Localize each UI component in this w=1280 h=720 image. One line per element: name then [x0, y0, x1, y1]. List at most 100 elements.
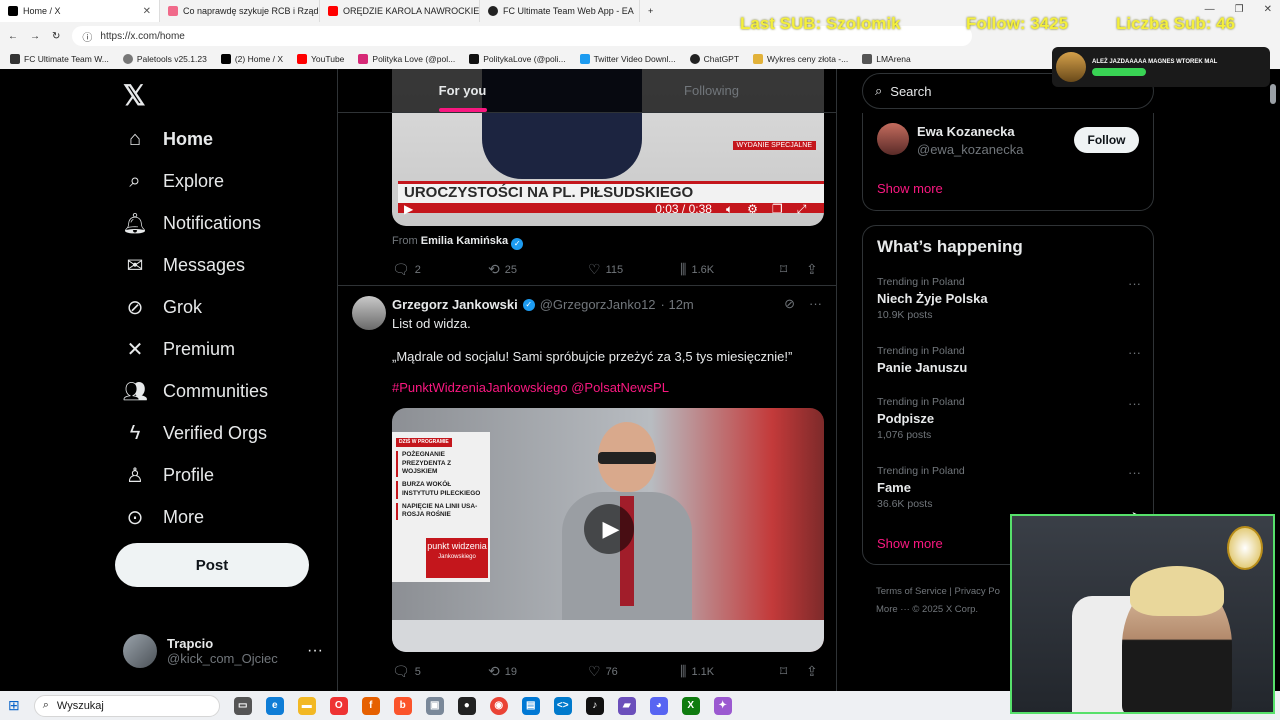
nav-verified-orgs[interactable]: ϟ Verified Orgs [123, 421, 267, 445]
nav-grok[interactable]: ⊘ Grok [123, 295, 202, 319]
x-logo-icon[interactable]: 𝕏 [123, 79, 146, 112]
tab-following[interactable]: Following [587, 69, 836, 112]
author-name[interactable]: Grzegorz Jankowski [392, 297, 518, 312]
like-button[interactable]: ♡ 115 [588, 261, 680, 278]
bookmark-item[interactable]: YouTube [297, 54, 344, 64]
more-dots-icon[interactable]: ··· [809, 296, 822, 312]
back-icon[interactable]: ← [8, 31, 18, 42]
reply-button[interactable]: 🗨︎ 2 [392, 261, 488, 278]
more-dots-icon[interactable]: ··· [1128, 465, 1141, 480]
tweet-hashtags[interactable]: #PunktWidzeniaJankowskiego @PolsatNewsPL [392, 380, 669, 395]
play-button-icon[interactable]: ▶ [584, 504, 634, 554]
reload-icon[interactable]: ↻ [52, 31, 60, 42]
source-name[interactable]: Emilia Kamińska [421, 235, 508, 247]
trend-item[interactable]: Trending in Poland Panie Januszu ··· [877, 345, 1141, 375]
nav-messages[interactable]: ✉ Messages [123, 253, 245, 277]
bookmark-button[interactable]: ⌑ [780, 663, 806, 680]
nav-notifications[interactable]: 🔔︎ Notifications [122, 211, 261, 235]
nav-communities[interactable]: 👥︎ Communities [122, 379, 268, 403]
fullscreen-icon[interactable]: ⤢ [797, 202, 807, 217]
taskbar-search[interactable]: ⌕ Wyszukaj [33, 694, 220, 717]
nav-explore[interactable]: ⌕ Explore [123, 169, 224, 193]
repost-button[interactable]: ⟲ 19 [488, 663, 588, 680]
windows-start-icon[interactable]: ⊞ [8, 697, 20, 714]
more-dots-icon[interactable]: ··· [1128, 276, 1141, 291]
bookmark-button[interactable]: ⌑ [780, 261, 806, 278]
app-icon[interactable]: ▣ [425, 696, 444, 715]
nav-home[interactable]: ⌂ Home [123, 127, 213, 151]
pip-icon[interactable]: ❐ [772, 202, 783, 216]
editor-icon[interactable]: ▰ [617, 696, 636, 715]
bookmark-item[interactable]: ChatGPT [689, 54, 739, 64]
more-dots-icon[interactable]: ··· [307, 642, 323, 660]
task-view-icon[interactable]: ▭ [233, 696, 252, 715]
vscode-icon[interactable]: <> [553, 696, 572, 715]
share-button[interactable]: ⇪ [806, 261, 818, 278]
volume-icon[interactable]: 🔈︎ [726, 202, 733, 217]
account-switcher[interactable]: Trapcio @kick_com_Ojciec ··· [123, 634, 323, 668]
more-dots-icon[interactable]: ··· [1128, 345, 1141, 360]
trend-context: Trending in Poland [877, 276, 965, 288]
avatar[interactable] [352, 296, 386, 330]
views-button[interactable]: ⫼ 1.6K [680, 261, 780, 278]
xbox-icon[interactable]: X [681, 696, 700, 715]
share-button[interactable]: ⇪ [806, 663, 818, 680]
app-icon[interactable]: ✦ [713, 696, 732, 715]
views-button[interactable]: ⫼ 1.1K [680, 663, 780, 680]
obs-icon[interactable]: ● [457, 696, 476, 715]
close-window-icon[interactable]: ✕ [1264, 4, 1272, 15]
store-icon[interactable]: ▤ [521, 696, 540, 715]
trend-item[interactable]: Trending in Poland Podpisze 1,076 posts ··· [877, 396, 1141, 441]
follow-button[interactable]: Follow [1074, 127, 1139, 153]
bookmark-item[interactable]: LMArena [862, 54, 911, 64]
like-button[interactable]: ♡ 76 [588, 663, 680, 680]
nav-premium[interactable]: ✕ Premium [123, 337, 235, 361]
more-dots-icon[interactable]: ··· [1128, 396, 1141, 411]
post-button[interactable]: Post [115, 543, 309, 587]
nav-more[interactable]: ⊙ More [123, 505, 204, 529]
site-info-icon[interactable]: ⓘ [82, 29, 92, 44]
tiktok-icon[interactable]: ♪ [585, 696, 604, 715]
suggested-name[interactable]: Ewa Kozanecka [917, 124, 1015, 139]
firefox-icon[interactable]: f [361, 696, 380, 715]
close-tab-icon[interactable]: ✕ [143, 6, 151, 17]
edge-icon[interactable]: e [265, 696, 284, 715]
author-handle[interactable]: @GrzegorzJanko12 [540, 297, 656, 312]
tab-for-you[interactable]: For you [338, 69, 587, 112]
bookmark-item[interactable]: PolitykaLove (@poli... [469, 54, 566, 64]
show-more-link[interactable]: Show more [877, 536, 943, 551]
discord-icon[interactable]: ◕ [649, 696, 668, 715]
brave-icon[interactable]: b [393, 696, 412, 715]
bookmark-item[interactable]: Wykres ceny złota -... [753, 54, 848, 64]
footer-line[interactable]: More ··· © 2025 X Corp. [876, 601, 1000, 619]
trend-item[interactable]: Trending in Poland Niech Żyje Polska 10.9K… [877, 276, 1141, 321]
tweet-video[interactable]: DZIŚ W PROGRAMIE POŻEGNANIE PREZYDENTA Z… [392, 408, 824, 652]
new-tab-button[interactable]: + [640, 0, 670, 22]
bookmark-item[interactable]: Paletools v25.1.23 [122, 54, 207, 64]
settings-icon[interactable]: ⚙ [747, 202, 758, 216]
bookmark-item[interactable]: Polityka Love (@pol... [358, 54, 455, 64]
tab-fc-ultimate[interactable]: FC Ultimate Team Web App - EA✕ [480, 0, 640, 22]
tab-home-x[interactable]: Home / X ✕ [0, 0, 160, 22]
nav-profile[interactable]: ♙ Profile [123, 463, 214, 487]
forward-icon[interactable]: → [30, 31, 40, 42]
avatar[interactable] [877, 123, 909, 155]
footer-line[interactable]: Terms of Service | Privacy Po [876, 583, 1000, 601]
grok-icon[interactable]: ⊘ [784, 296, 795, 312]
scrollbar-thumb[interactable] [1270, 84, 1276, 104]
tab-oredzie[interactable]: ORĘDZIE KAROLA NAWROCKIEGO✕ [320, 0, 480, 22]
play-icon[interactable]: ▶ [404, 202, 413, 216]
bookmark-item[interactable]: (2) Home / X [220, 54, 283, 64]
show-more-link[interactable]: Show more [877, 181, 943, 196]
file-explorer-icon[interactable]: ▬ [297, 696, 316, 715]
bookmark-item[interactable]: FC Ultimate Team W... [10, 54, 109, 64]
tab-rcb[interactable]: Co naprawdę szykuje RCB i Rząd✕ [160, 0, 320, 22]
chrome-icon[interactable]: ◉ [489, 696, 508, 715]
trend-item[interactable]: Trending in Poland Fame 36.6K posts ··· [877, 465, 1141, 510]
opera-icon[interactable]: O [329, 696, 348, 715]
bookmark-item[interactable]: Twitter Video Downl... [579, 54, 676, 64]
tweet-time[interactable]: · 12m [661, 297, 694, 312]
restore-icon[interactable]: ❐ [1235, 4, 1244, 15]
reply-button[interactable]: 🗨︎ 5 [392, 663, 488, 680]
repost-button[interactable]: ⟲ 25 [488, 261, 588, 278]
